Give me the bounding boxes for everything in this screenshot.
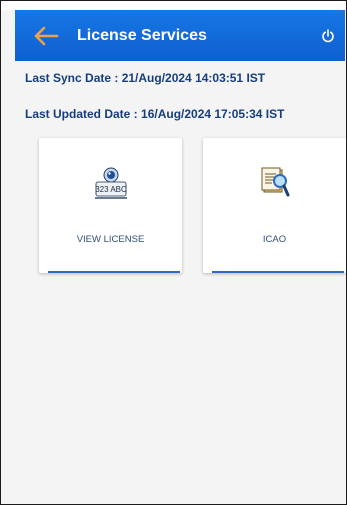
license-plate-camera-icon: 323 ABC xyxy=(93,166,129,205)
icao-card[interactable]: ICAO xyxy=(203,138,346,273)
status-strip xyxy=(1,1,346,10)
last-updated-date: Last Updated Date : 16/Aug/2024 17:05:34… xyxy=(25,107,285,121)
app-bar: License Services xyxy=(15,10,345,61)
icao-label: ICAO xyxy=(262,234,287,245)
page-title: License Services xyxy=(77,26,207,44)
arrow-left-icon xyxy=(34,26,59,45)
last-sync-date: Last Sync Date : 21/Aug/2024 14:03:51 IS… xyxy=(25,71,266,85)
view-license-underline xyxy=(48,271,180,273)
svg-text:323 ABC: 323 ABC xyxy=(95,185,127,194)
phone-frame: License Services Last Sync Date : 21/Aug… xyxy=(0,0,347,505)
icao-underline xyxy=(212,271,344,273)
document-magnifier-icon xyxy=(260,166,290,205)
view-license-label: VIEW LICENSE xyxy=(76,234,145,245)
power-icon xyxy=(322,28,334,42)
view-license-card[interactable]: 323 ABC VIEW LICENSE xyxy=(39,138,182,273)
power-button[interactable] xyxy=(311,10,345,61)
content-area: Last Sync Date : 21/Aug/2024 14:03:51 IS… xyxy=(15,61,346,504)
back-button[interactable] xyxy=(21,10,71,61)
